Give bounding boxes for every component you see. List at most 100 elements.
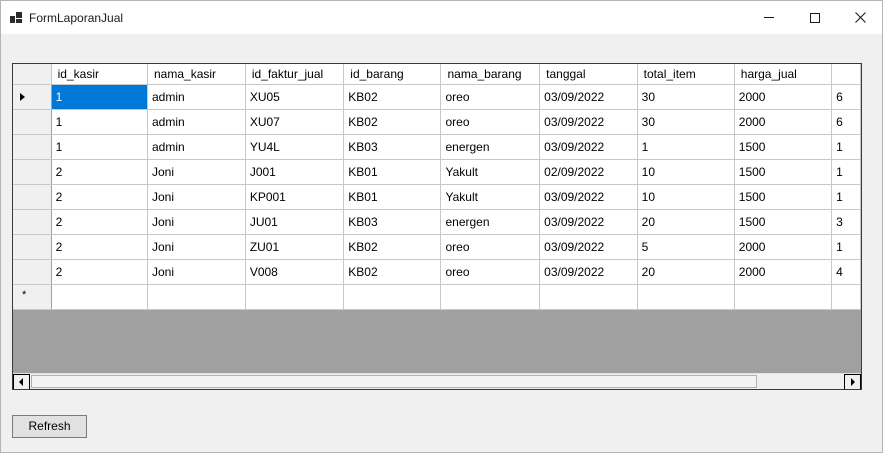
column-header[interactable]: tanggal <box>539 64 638 85</box>
new-row[interactable]: * <box>13 284 861 310</box>
table-row[interactable]: 2 Joni KP001 KB01 Yakult 03/09/2022 10 1500 1 <box>13 184 861 210</box>
table-cell[interactable]: 03/09/2022 <box>539 209 638 235</box>
table-cell[interactable]: 6 <box>831 84 861 110</box>
table-cell[interactable]: 03/09/2022 <box>539 234 638 260</box>
table-cell[interactable]: 2000 <box>734 109 833 135</box>
minimize-button[interactable] <box>746 1 792 34</box>
table-cell[interactable]: energen <box>440 134 541 160</box>
table-cell[interactable]: XU07 <box>245 109 345 135</box>
table-cell[interactable]: J001 <box>245 159 345 185</box>
table-cell[interactable]: Joni <box>147 159 246 185</box>
refresh-button[interactable]: Refresh <box>12 415 87 438</box>
table-cell[interactable]: 1500 <box>734 159 833 185</box>
table-cell[interactable] <box>51 284 149 310</box>
title-bar[interactable]: FormLaporanJual <box>1 1 882 34</box>
scroll-left-arrow-icon[interactable] <box>13 374 30 389</box>
column-header[interactable]: harga_jual <box>734 64 833 85</box>
table-cell[interactable]: YU4L <box>245 134 345 160</box>
scroll-right-arrow-icon[interactable] <box>844 374 861 389</box>
table-cell[interactable]: 1500 <box>734 209 833 235</box>
table-cell[interactable]: 1 <box>831 234 861 260</box>
column-header[interactable]: nama_barang <box>440 64 541 85</box>
row-header[interactable] <box>13 259 52 285</box>
table-cell[interactable]: 2000 <box>734 234 833 260</box>
row-header[interactable] <box>13 159 52 185</box>
row-header[interactable] <box>13 109 52 135</box>
table-cell[interactable]: 03/09/2022 <box>539 84 638 110</box>
table-cell[interactable] <box>734 284 833 310</box>
table-cell[interactable] <box>637 284 735 310</box>
table-row[interactable]: 2 Joni J001 KB01 Yakult 02/09/2022 10 1500 1 <box>13 159 861 185</box>
table-cell[interactable]: 5 <box>637 234 735 260</box>
table-cell[interactable]: oreo <box>440 109 541 135</box>
table-cell[interactable]: oreo <box>440 259 541 285</box>
column-header[interactable]: nama_kasir <box>147 64 246 85</box>
table-cell[interactable]: 2000 <box>734 84 833 110</box>
table-row[interactable]: 1 admin XU07 KB02 oreo 03/09/2022 30 2000 6 <box>13 109 861 135</box>
table-cell[interactable]: 1500 <box>734 184 833 210</box>
table-cell[interactable]: KB01 <box>343 184 442 210</box>
horizontal-scrollbar[interactable] <box>13 373 861 389</box>
table-cell[interactable]: 1 <box>831 184 861 210</box>
table-cell[interactable]: 2000 <box>734 259 833 285</box>
table-cell[interactable] <box>147 284 246 310</box>
table-cell[interactable]: 10 <box>637 159 735 185</box>
table-cell[interactable]: Yakult <box>440 184 541 210</box>
table-cell[interactable]: ZU01 <box>245 234 345 260</box>
table-cell[interactable]: 2 <box>51 159 149 185</box>
table-cell[interactable] <box>539 284 638 310</box>
table-cell[interactable]: admin <box>147 84 246 110</box>
table-cell[interactable]: 10 <box>637 184 735 210</box>
table-cell[interactable]: KB02 <box>343 234 442 260</box>
column-header[interactable]: id_faktur_jual <box>245 64 345 85</box>
table-cell[interactable]: 2 <box>51 209 149 235</box>
table-cell[interactable]: V008 <box>245 259 345 285</box>
column-header[interactable] <box>831 64 861 85</box>
table-cell[interactable]: KB03 <box>343 209 442 235</box>
table-cell[interactable]: 1 <box>51 134 149 160</box>
table-cell[interactable] <box>343 284 442 310</box>
table-row[interactable]: 2 Joni ZU01 KB02 oreo 03/09/2022 5 2000 1 <box>13 234 861 260</box>
row-header[interactable] <box>13 209 52 235</box>
table-cell[interactable]: KB02 <box>343 84 442 110</box>
table-cell[interactable]: 2 <box>51 259 149 285</box>
row-header[interactable] <box>13 84 52 110</box>
table-cell[interactable]: KB03 <box>343 134 442 160</box>
table-cell[interactable]: 20 <box>637 209 735 235</box>
table-cell[interactable]: 03/09/2022 <box>539 184 638 210</box>
table-cell[interactable]: KB02 <box>343 259 442 285</box>
table-cell[interactable]: 30 <box>637 109 735 135</box>
table-cell[interactable]: KB01 <box>343 159 442 185</box>
table-cell[interactable]: admin <box>147 109 246 135</box>
row-header[interactable] <box>13 234 52 260</box>
table-cell[interactable]: Joni <box>147 184 246 210</box>
table-cell[interactable]: 1 <box>831 159 861 185</box>
corner-header[interactable] <box>13 64 52 85</box>
table-cell[interactable] <box>831 284 861 310</box>
row-header[interactable] <box>13 184 52 210</box>
table-cell[interactable]: 1 <box>51 109 149 135</box>
table-row[interactable]: 2 Joni JU01 KB03 energen 03/09/2022 20 1500 3 <box>13 209 861 235</box>
table-cell[interactable]: 2 <box>51 234 149 260</box>
table-cell[interactable]: admin <box>147 134 246 160</box>
table-cell[interactable]: Yakult <box>440 159 541 185</box>
table-cell[interactable] <box>245 284 345 310</box>
table-cell[interactable]: 03/09/2022 <box>539 109 638 135</box>
table-cell[interactable]: 1 <box>831 134 861 160</box>
table-cell[interactable]: Joni <box>147 209 246 235</box>
table-cell[interactable]: 6 <box>831 109 861 135</box>
table-cell[interactable]: 20 <box>637 259 735 285</box>
table-cell[interactable]: oreo <box>440 84 541 110</box>
maximize-button[interactable] <box>792 1 838 34</box>
table-cell[interactable]: 2 <box>51 184 149 210</box>
table-cell[interactable]: 02/09/2022 <box>539 159 638 185</box>
table-cell[interactable]: Joni <box>147 259 246 285</box>
table-cell[interactable]: 1 <box>637 134 735 160</box>
table-row[interactable]: 2 Joni V008 KB02 oreo 03/09/2022 20 2000 4 <box>13 259 861 285</box>
table-cell[interactable]: KP001 <box>245 184 345 210</box>
table-cell[interactable]: 1 <box>51 84 149 110</box>
table-cell[interactable]: 03/09/2022 <box>539 259 638 285</box>
table-cell[interactable]: 3 <box>831 209 861 235</box>
table-cell[interactable]: energen <box>440 209 541 235</box>
column-header[interactable]: id_barang <box>343 64 442 85</box>
